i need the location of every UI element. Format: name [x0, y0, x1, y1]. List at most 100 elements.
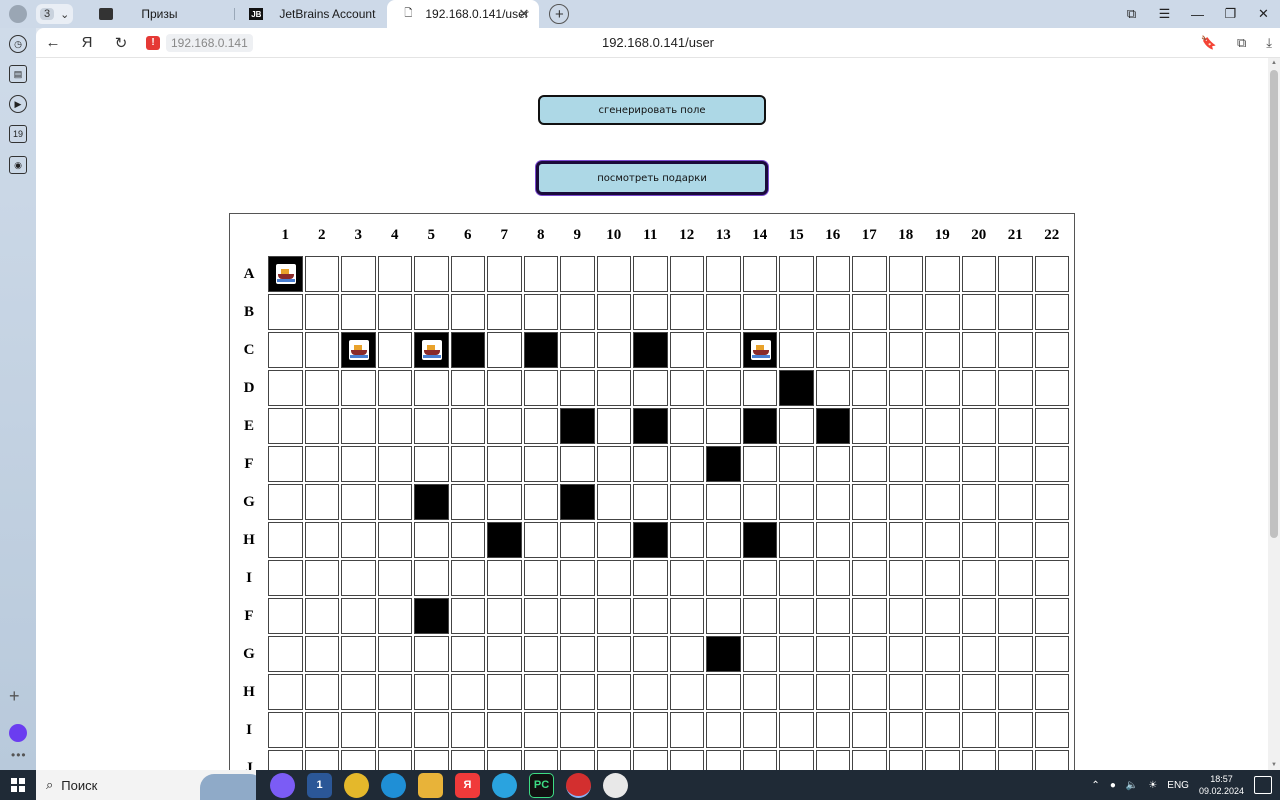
board-cell[interactable] — [998, 256, 1033, 292]
board-cell[interactable] — [268, 636, 303, 672]
board-cell[interactable] — [341, 750, 376, 770]
board-cell[interactable] — [706, 712, 741, 748]
board-cell[interactable] — [961, 294, 996, 330]
board-cell[interactable] — [268, 370, 303, 406]
board-cell[interactable] — [706, 560, 741, 596]
board-cell[interactable] — [341, 446, 376, 482]
board-cell-opened[interactable] — [450, 332, 485, 368]
board-cell[interactable] — [596, 522, 631, 558]
board-cell[interactable] — [596, 636, 631, 672]
board-cell[interactable] — [596, 332, 631, 368]
board-cell[interactable] — [560, 636, 595, 672]
board-cell[interactable] — [779, 674, 814, 710]
chevron-up-icon[interactable]: ⌃ — [1091, 780, 1099, 791]
board-cell-opened[interactable] — [633, 408, 668, 444]
board-cell[interactable] — [414, 408, 449, 444]
board-cell[interactable] — [487, 674, 522, 710]
board-cell[interactable] — [669, 560, 704, 596]
board-cell[interactable] — [596, 712, 631, 748]
board-cell[interactable] — [925, 370, 960, 406]
board-cell[interactable] — [998, 712, 1033, 748]
calendar-icon[interactable]: 19 — [9, 125, 27, 143]
board-cell-opened[interactable] — [742, 408, 777, 444]
board-cell[interactable] — [888, 598, 923, 634]
board-cell[interactable] — [268, 332, 303, 368]
board-cell[interactable] — [888, 256, 923, 292]
board-cell[interactable] — [560, 332, 595, 368]
board-cell[interactable] — [888, 674, 923, 710]
board-cell[interactable] — [341, 560, 376, 596]
board-cell[interactable] — [487, 332, 522, 368]
board-cell[interactable] — [304, 484, 339, 520]
board-cell[interactable] — [450, 256, 485, 292]
board-cell-gift[interactable] — [341, 332, 376, 368]
board-cell[interactable] — [852, 636, 887, 672]
board-cell-opened[interactable] — [414, 598, 449, 634]
board-cell[interactable] — [925, 484, 960, 520]
board-cell[interactable] — [815, 256, 850, 292]
board-cell[interactable] — [815, 674, 850, 710]
board-cell[interactable] — [961, 446, 996, 482]
board-cell[interactable] — [779, 446, 814, 482]
board-cell[interactable] — [560, 446, 595, 482]
pycharm-icon[interactable]: PC — [529, 772, 554, 798]
board-cell[interactable] — [1034, 332, 1069, 368]
board-cell-gift[interactable] — [268, 256, 303, 292]
board-cell[interactable] — [268, 674, 303, 710]
profile-button[interactable] — [0, 0, 36, 28]
board-cell-opened[interactable] — [487, 522, 522, 558]
board-cell[interactable] — [487, 598, 522, 634]
board-cell[interactable] — [888, 750, 923, 770]
board-cell[interactable] — [487, 750, 522, 770]
view-gifts-button[interactable]: посмотреть подарки — [536, 161, 768, 195]
board-cell[interactable] — [341, 408, 376, 444]
board-cell-opened[interactable] — [560, 484, 595, 520]
board-cell[interactable] — [852, 370, 887, 406]
board-cell[interactable] — [341, 674, 376, 710]
board-cell[interactable] — [560, 674, 595, 710]
board-cell[interactable] — [304, 750, 339, 770]
collections-icon[interactable]: ⧉ — [1115, 0, 1148, 28]
board-cell-opened[interactable] — [633, 332, 668, 368]
board-cell[interactable] — [377, 598, 412, 634]
board-cell[interactable] — [268, 484, 303, 520]
board-cell[interactable] — [304, 446, 339, 482]
board-cell[interactable] — [961, 332, 996, 368]
board-cell[interactable] — [487, 712, 522, 748]
board-cell[interactable] — [742, 294, 777, 330]
board-cell[interactable] — [487, 256, 522, 292]
board-cell[interactable] — [742, 636, 777, 672]
board-cell[interactable] — [304, 332, 339, 368]
board-cell[interactable] — [560, 522, 595, 558]
board-cell[interactable] — [925, 332, 960, 368]
board-cell[interactable] — [377, 294, 412, 330]
board-cell[interactable] — [998, 370, 1033, 406]
board-cell[interactable] — [523, 712, 558, 748]
download-icon[interactable]: ⤓ — [1266, 35, 1272, 51]
board-cell[interactable] — [669, 370, 704, 406]
weather-icon[interactable]: ☀ — [1148, 780, 1157, 791]
taskbar-search[interactable]: ⌕ Поиск — [36, 770, 256, 800]
board-cell[interactable] — [779, 636, 814, 672]
board-cell[interactable] — [706, 294, 741, 330]
yandex-icon[interactable]: Я — [70, 28, 104, 58]
board-cell[interactable] — [852, 484, 887, 520]
tab-user-page[interactable]: 🗋 192.168.0.141/user ✕ — [387, 0, 540, 28]
board-cell[interactable] — [742, 598, 777, 634]
board-cell[interactable] — [669, 332, 704, 368]
board-cell[interactable] — [304, 636, 339, 672]
board-cell[interactable] — [998, 294, 1033, 330]
board-cell-opened[interactable] — [779, 370, 814, 406]
board-cell[interactable] — [852, 750, 887, 770]
board-cell[interactable] — [1034, 256, 1069, 292]
board-cell[interactable] — [998, 332, 1033, 368]
board-cell[interactable] — [669, 294, 704, 330]
board-cell[interactable] — [414, 560, 449, 596]
board-cell[interactable] — [925, 560, 960, 596]
board-cell[interactable] — [1034, 674, 1069, 710]
board-cell[interactable] — [706, 674, 741, 710]
board-cell[interactable] — [450, 560, 485, 596]
board-cell[interactable] — [815, 560, 850, 596]
board-cell[interactable] — [633, 636, 668, 672]
board-cell[interactable] — [669, 446, 704, 482]
